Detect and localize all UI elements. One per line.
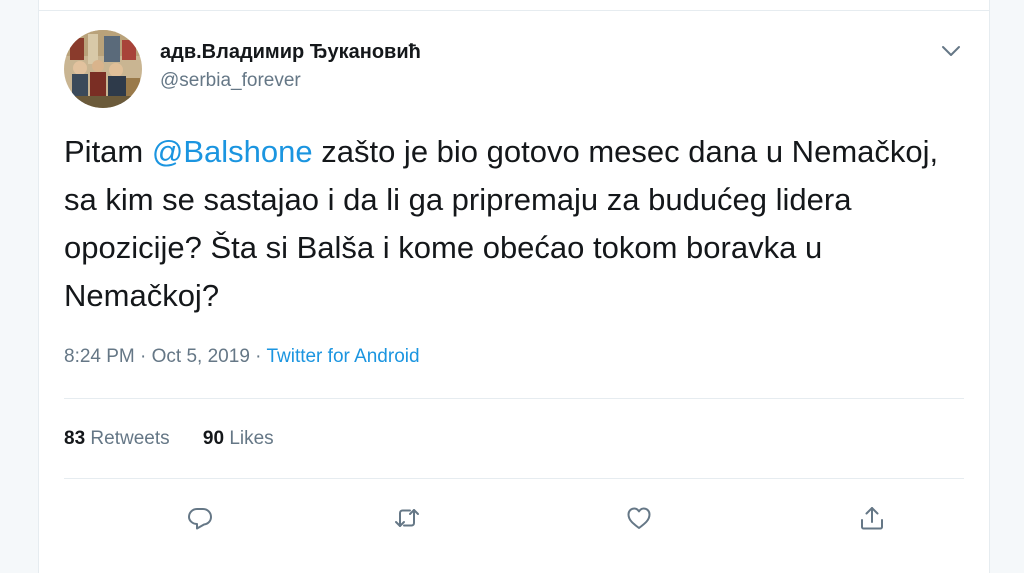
- top-divider: [39, 10, 989, 11]
- mention-link[interactable]: @Balshone: [152, 134, 313, 169]
- retweets-label: Retweets: [85, 428, 170, 449]
- meta-separator: ·: [134, 346, 152, 367]
- tweet-date[interactable]: Oct 5, 2019: [152, 346, 250, 367]
- likes-label: Likes: [224, 428, 274, 449]
- tweet-meta: 8:24 PM · Oct 5, 2019 · Twitter for Andr…: [64, 342, 420, 372]
- meta-separator: ·: [249, 346, 267, 367]
- painting-avatar-icon: [64, 30, 142, 108]
- tweet-card: адв.Владимир Ђукановић @serbia_forever P…: [38, 0, 990, 573]
- tweet-text-start: Pitam: [64, 134, 152, 169]
- reply-button[interactable]: [182, 500, 218, 536]
- tweet-stats: 83 Retweets 90 Likes: [64, 424, 302, 454]
- like-button[interactable]: [621, 500, 657, 536]
- page: адв.Владимир Ђукановић @serbia_forever P…: [0, 0, 1024, 573]
- reply-icon: [188, 508, 212, 530]
- tweet-header: адв.Владимир Ђукановић @serbia_forever: [64, 30, 964, 110]
- retweet-button[interactable]: [389, 500, 425, 536]
- tweet-time[interactable]: 8:24 PM: [64, 346, 135, 367]
- author-names: адв.Владимир Ђукановић @serbia_forever: [160, 40, 421, 94]
- action-bar: [64, 500, 964, 540]
- divider: [64, 478, 964, 479]
- retweet-icon: [395, 509, 419, 527]
- retweets-count: 83: [64, 428, 86, 449]
- likes-stat[interactable]: 90 Likes: [203, 424, 274, 454]
- share-icon: [861, 507, 883, 530]
- divider: [64, 398, 964, 399]
- user-handle[interactable]: @serbia_forever: [160, 68, 421, 94]
- like-icon: [627, 507, 651, 529]
- likes-count: 90: [202, 428, 225, 449]
- avatar[interactable]: [64, 30, 142, 108]
- share-button[interactable]: [854, 500, 890, 536]
- chevron-down-icon[interactable]: [938, 38, 964, 64]
- source-link[interactable]: Twitter for Android: [266, 346, 419, 367]
- tweet-text: Pitam @Balshone zašto je bio gotovo mese…: [64, 128, 964, 320]
- display-name[interactable]: адв.Владимир Ђукановић: [160, 40, 421, 64]
- retweets-stat[interactable]: 83 Retweets: [64, 424, 170, 454]
